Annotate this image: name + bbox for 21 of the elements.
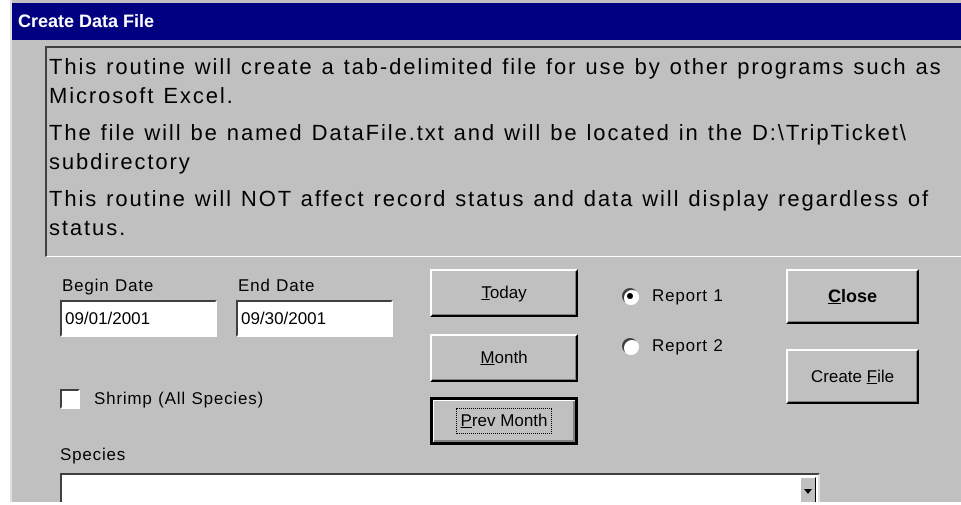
field-label: Begin Date bbox=[62, 276, 154, 296]
message-text: This routine will create a tab-delimited file for use by other programs such as Microsoft Excel. bbox=[49, 53, 944, 110]
range-button[interactable]: Today bbox=[430, 269, 578, 317]
field-label: Species bbox=[60, 445, 126, 465]
field-label: End Date bbox=[238, 276, 316, 296]
range-button[interactable]: Prev Month bbox=[430, 397, 578, 445]
checkbox[interactable] bbox=[60, 389, 80, 409]
date-field[interactable]: 09/01/2001 bbox=[60, 300, 217, 337]
window-title: Create Data File bbox=[12, 3, 961, 40]
checkbox-label: Shrimp (All Species) bbox=[94, 389, 264, 409]
radio-label: Report 2 bbox=[652, 336, 724, 356]
action-button[interactable]: Create File bbox=[786, 349, 919, 404]
message-text: This routine will NOT affect record status and data will display regardless of status. bbox=[49, 185, 932, 242]
action-button[interactable]: Close bbox=[786, 269, 919, 324]
species-dropdown[interactable] bbox=[60, 473, 820, 502]
range-button[interactable]: Month bbox=[430, 334, 578, 382]
radio-button[interactable] bbox=[622, 288, 638, 304]
date-field[interactable]: 09/30/2001 bbox=[236, 300, 393, 337]
radio-button[interactable] bbox=[622, 338, 638, 354]
message-text: The file will be named DataFile.txt and will be located in the D:\TripTicket\ subdirectory bbox=[49, 119, 909, 176]
radio-label: Report 1 bbox=[652, 286, 724, 306]
